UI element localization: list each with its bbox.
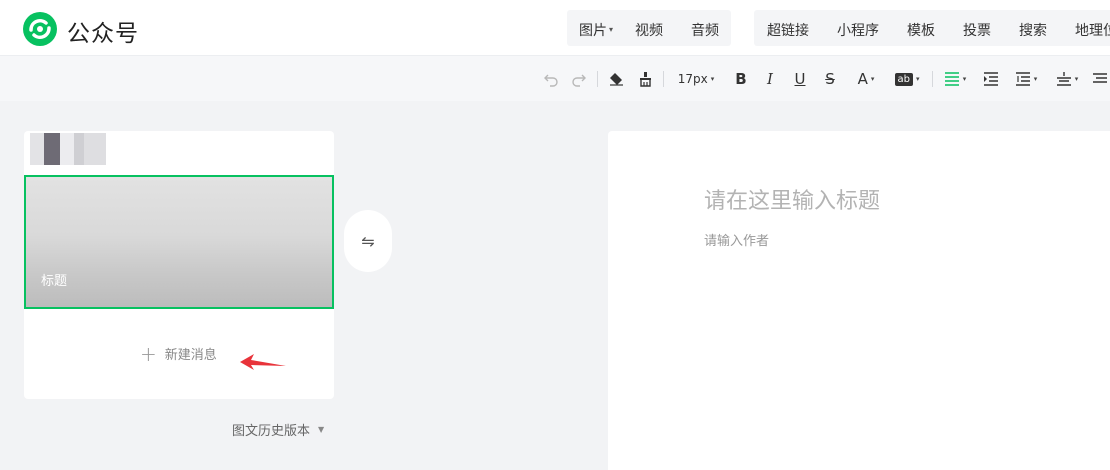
- toolbar-divider: [663, 71, 664, 87]
- background-color-icon: ab: [894, 72, 913, 86]
- history-version-dropdown[interactable]: 图文历史版本 ▼: [232, 420, 324, 439]
- video-button[interactable]: 视频: [635, 20, 663, 40]
- vote-button[interactable]: 投票: [963, 20, 991, 40]
- redo-icon[interactable]: [568, 68, 590, 90]
- font-color-button[interactable]: A ▾: [851, 68, 881, 90]
- bold-button[interactable]: B: [731, 68, 751, 90]
- strikethrough-button[interactable]: S: [820, 68, 840, 90]
- search-button[interactable]: 搜索: [1019, 20, 1047, 40]
- article-cover-card[interactable]: 标题: [24, 175, 334, 309]
- image-menu-label: 图片: [579, 23, 607, 39]
- chevron-down-icon: ▾: [1074, 75, 1079, 83]
- chevron-down-icon: ▾: [870, 75, 875, 83]
- image-menu-button[interactable]: 图片 ▾: [579, 20, 613, 40]
- insert-toolbar-group: 超链接 小程序 模板 投票 搜索 地理位: [754, 10, 1110, 46]
- editor-panel: 请在这里输入标题 请输入作者: [608, 131, 1110, 470]
- author-input[interactable]: 请输入作者: [704, 230, 769, 249]
- red-arrow-annotation: [240, 354, 286, 370]
- account-avatar: [30, 133, 106, 165]
- toolbar-divider: [932, 71, 933, 87]
- mini-program-button[interactable]: 小程序: [837, 20, 879, 40]
- font-size-select[interactable]: 17px ▾: [671, 68, 721, 90]
- new-message-button[interactable]: + 新建消息: [140, 341, 217, 366]
- swap-arrows-icon: ⇋: [361, 231, 375, 251]
- line-spacing-icon: [1015, 72, 1030, 86]
- plus-icon: +: [140, 341, 157, 366]
- chevron-down-icon: ▾: [609, 25, 614, 34]
- chevron-down-icon: ▾: [962, 75, 967, 83]
- letter-spacing-button[interactable]: [1092, 68, 1110, 90]
- template-button[interactable]: 模板: [907, 20, 935, 40]
- audio-button[interactable]: 音频: [691, 20, 719, 40]
- paragraph-spacing-button[interactable]: ▾: [1051, 68, 1083, 90]
- italic-button[interactable]: I: [760, 68, 780, 90]
- chevron-down-icon: ▼: [318, 425, 325, 434]
- title-input[interactable]: 请在这里输入标题: [704, 183, 880, 215]
- underline-button[interactable]: U: [790, 68, 810, 90]
- top-header: 公众号 图片▾ 视频 音频 超链接 小程序 模板 投票 搜索 地理位: [0, 0, 1110, 55]
- indent-icon: [984, 72, 998, 86]
- align-button[interactable]: ▾: [939, 68, 971, 90]
- paragraph-spacing-icon: [1056, 72, 1071, 86]
- location-button[interactable]: 地理位: [1075, 20, 1110, 40]
- history-version-label: 图文历史版本: [232, 424, 311, 439]
- new-message-label: 新建消息: [164, 348, 217, 363]
- hyperlink-button[interactable]: 超链接: [767, 20, 809, 40]
- chevron-down-icon: ▾: [915, 75, 920, 83]
- chevron-down-icon: ▾: [1033, 75, 1038, 83]
- indent-button[interactable]: [980, 68, 1002, 90]
- swap-button[interactable]: ⇋: [344, 210, 392, 272]
- app-title: 公众号: [67, 21, 139, 47]
- chevron-down-icon: ▾: [710, 75, 715, 83]
- font-color-icon: A: [857, 70, 868, 88]
- wechat-official-logo-icon: [22, 11, 58, 47]
- background-color-button[interactable]: ab ▾: [891, 68, 923, 90]
- eraser-icon[interactable]: [605, 68, 627, 90]
- format-painter-icon[interactable]: [635, 68, 657, 90]
- media-toolbar-group: 图片 ▾ 视频 音频: [567, 10, 731, 46]
- letter-spacing-icon: [1093, 73, 1107, 83]
- cover-title: 标题: [41, 274, 68, 289]
- font-size-value: 17px: [677, 72, 708, 86]
- align-left-icon: [944, 72, 959, 86]
- undo-icon[interactable]: [540, 68, 562, 90]
- line-spacing-button[interactable]: ▾: [1010, 68, 1042, 90]
- format-toolbar: 17px ▾ B I U S A ▾ ab ▾ ▾ ▾ ▾: [0, 55, 1110, 101]
- toolbar-divider: [597, 71, 598, 87]
